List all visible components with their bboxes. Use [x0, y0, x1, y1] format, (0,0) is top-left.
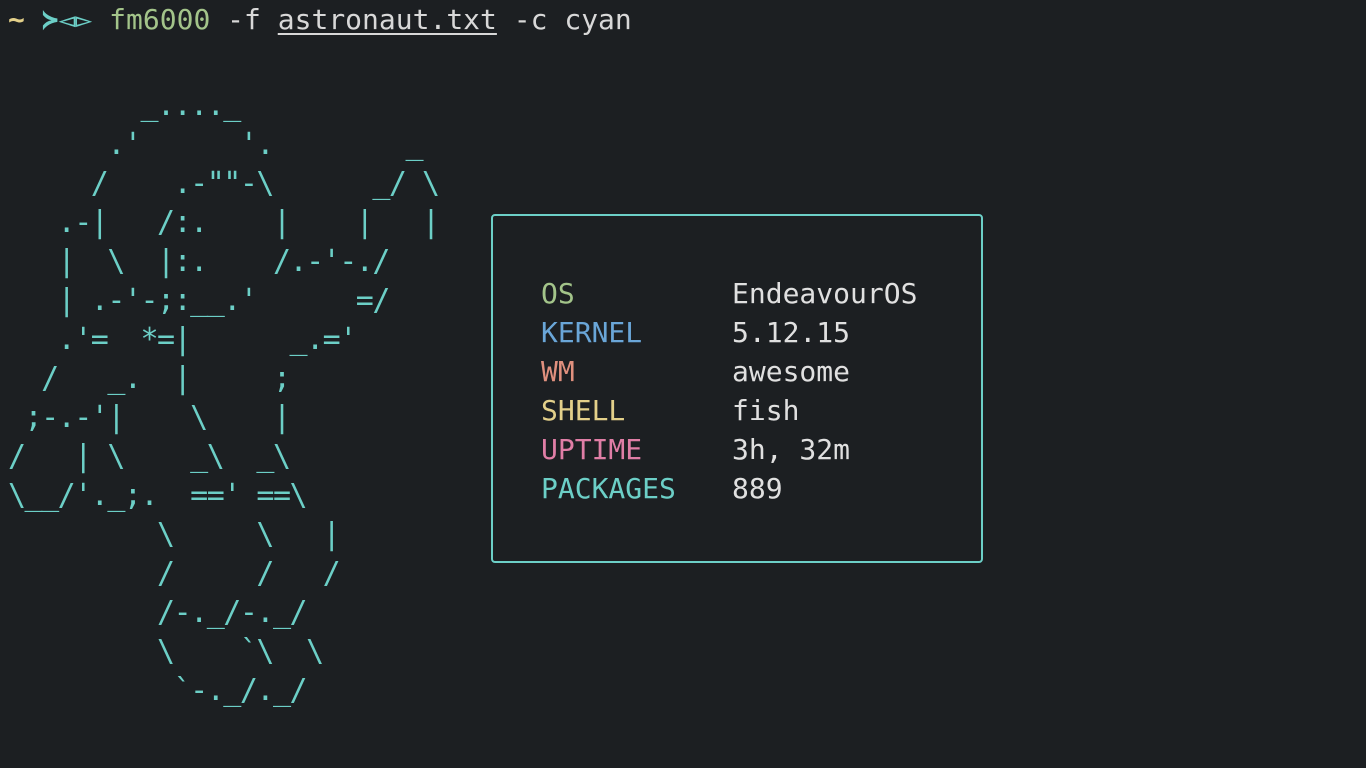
info-value-uptime: 3h, 32m	[732, 433, 851, 466]
command-flag-f: -f	[210, 3, 278, 36]
info-row-uptime: UPTIME 3h, 32m	[541, 430, 917, 469]
command-file-arg[interactable]: astronaut.txt	[278, 3, 497, 36]
info-row-packages: PACKAGES 889	[541, 469, 917, 508]
command-name: fm6000	[109, 3, 211, 36]
command-flag-c: -c cyan	[496, 3, 632, 36]
info-key-wm: WM	[541, 355, 575, 388]
info-row-shell: SHELL fish	[541, 391, 917, 430]
system-info-box: OS EndeavourOS KERNEL 5.12.15 WM awesome SH…	[491, 214, 983, 563]
info-row-wm: WM awesome	[541, 352, 917, 391]
prompt-cwd: ~	[8, 3, 25, 36]
system-info-list: OS EndeavourOS KERNEL 5.12.15 WM awesome SH…	[541, 274, 917, 508]
info-value-kernel: 5.12.15	[732, 316, 851, 349]
info-key-shell: SHELL	[541, 394, 626, 427]
info-value-packages: 889	[732, 472, 783, 505]
info-key-kernel: KERNEL	[541, 316, 643, 349]
info-key-packages: PACKAGES	[541, 472, 676, 505]
prompt-symbol: ≻◅▻	[41, 3, 93, 36]
info-value-wm: awesome	[732, 355, 851, 388]
astronaut-ascii-art: _...._ .' '. _ / .-""-\ _/ \ .-| /:. | |…	[8, 88, 440, 708]
info-row-kernel: KERNEL 5.12.15	[541, 313, 917, 352]
info-row-os: OS EndeavourOS	[541, 274, 917, 313]
info-key-os: OS	[541, 277, 575, 310]
info-value-shell: fish	[732, 394, 800, 427]
info-value-os: EndeavourOS	[732, 277, 918, 310]
info-key-uptime: UPTIME	[541, 433, 643, 466]
terminal-prompt-line: ~ ≻◅▻ fm6000 -f astronaut.txt -c cyan	[8, 0, 632, 40]
